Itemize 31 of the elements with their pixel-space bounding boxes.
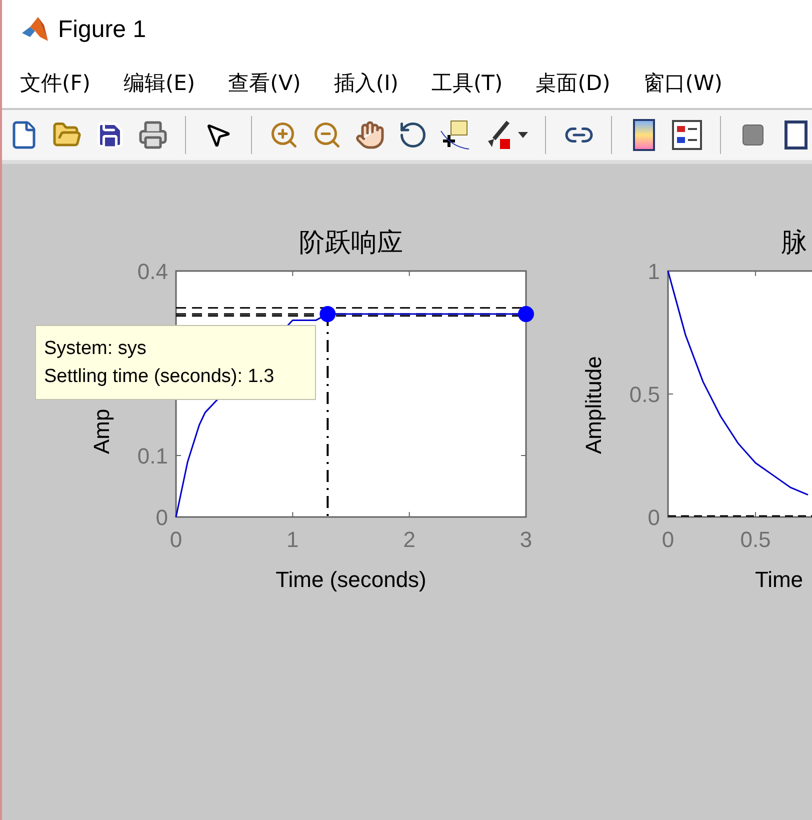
y-tick-label: 0.1 (137, 444, 168, 468)
menu-item[interactable]: 桌面(D) (536, 68, 610, 100)
data-marker[interactable] (518, 306, 534, 322)
y-tick-label: 1 (648, 259, 660, 284)
x-axis-label: Time (754, 567, 804, 592)
y-tick-label: 0 (156, 505, 168, 530)
y-tick-label: 0.4 (137, 259, 168, 284)
y-tick-label: 0.5 (629, 382, 660, 407)
y-axis-label: Amplitude (581, 356, 606, 454)
chart-title: 阶跃响应 (299, 228, 403, 258)
menu-item[interactable]: 窗口(W) (643, 68, 722, 100)
menu-item[interactable]: 编辑(E) (123, 68, 196, 100)
x-tick-label: 0 (662, 527, 674, 552)
x-tick-label: 2 (403, 527, 416, 552)
data-tip-text: System: sys (44, 336, 148, 360)
x-axis-label: Time (seconds) (276, 567, 426, 592)
y-axis-label: Amp (89, 408, 114, 454)
menu-item[interactable]: 工具(T) (431, 68, 503, 100)
x-tick-label: 1 (286, 527, 299, 552)
menu-item[interactable]: 文件(F) (20, 68, 90, 100)
window-title: Figure 1 (58, 15, 146, 45)
data-tip-text: Settling time (seconds): 1.3 (44, 364, 276, 388)
x-tick-label: 0.5 (740, 527, 771, 552)
chart-title: 脉 (781, 228, 807, 258)
y-tick-label: 0 (648, 505, 660, 530)
menu-item[interactable]: 查看(V) (228, 68, 301, 100)
legend-icon[interactable] (670, 117, 704, 153)
x-tick-label: 3 (520, 527, 532, 552)
menu-item[interactable]: 插入(I) (334, 68, 398, 100)
x-tick-label: 0 (170, 527, 182, 552)
data-marker[interactable] (320, 306, 336, 322)
